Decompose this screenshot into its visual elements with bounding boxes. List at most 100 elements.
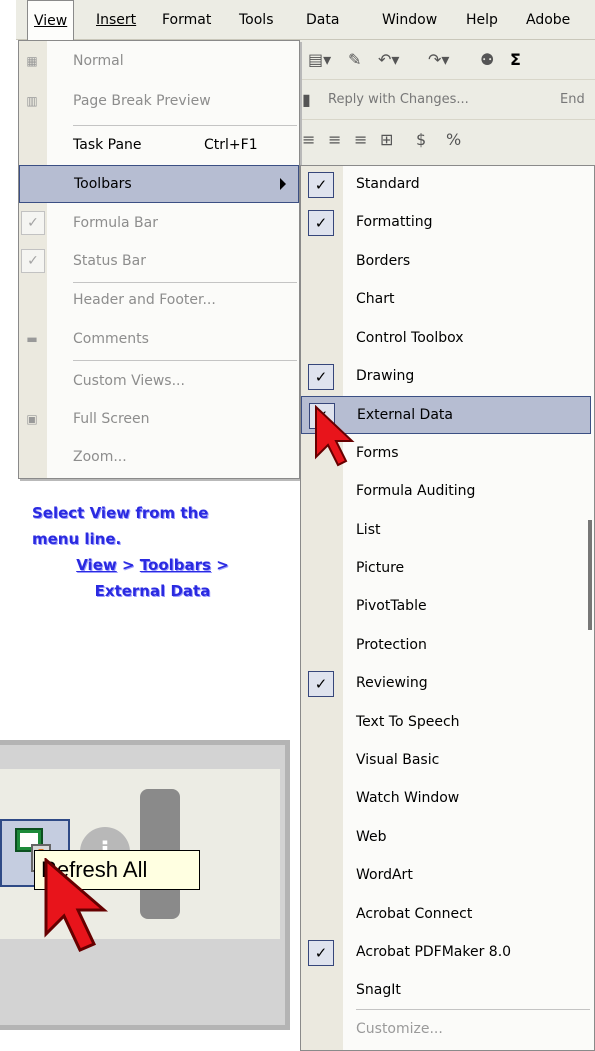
format-painter-icon[interactable]: ✎ (348, 50, 361, 69)
toolbar-item-formatting[interactable]: ✓ Formatting (301, 204, 591, 242)
toolbar-item-label: Text To Speech (356, 713, 460, 730)
reviewing-toolbar: ▮ Reply with Changes... End (300, 80, 595, 120)
toolbar-item-label: Drawing (356, 368, 415, 384)
toolbar-item-drawing[interactable]: ✓ Drawing (301, 358, 591, 396)
view-full-screen[interactable]: ▣ Full Screen (19, 401, 299, 439)
menu-tools[interactable]: Tools (239, 0, 274, 40)
toolbar-item-label: Standard (356, 176, 420, 192)
task-pane-shortcut: Ctrl+F1 (204, 137, 258, 153)
toolbars-submenu: ✓ Standard ✓ Formatting Borders Chart Control … (300, 165, 595, 1051)
reply-icon: ▮ (302, 90, 311, 109)
menu-adobe[interactable]: Adobe (526, 0, 570, 40)
view-header-footer[interactable]: Header and Footer... (19, 282, 299, 320)
toolbar-item-label: Acrobat Connect (356, 905, 473, 922)
align-center-icon[interactable]: ≡ (328, 130, 341, 149)
redo-icon[interactable]: ↷▾ (428, 50, 449, 69)
toolbar-item-label: SnagIt (356, 982, 401, 999)
merge-center-icon[interactable]: ⊞ (380, 130, 393, 149)
view-custom-views[interactable]: Custom Views... (19, 363, 299, 401)
toolbar-item-label: Formula Auditing (356, 483, 476, 500)
toolbar-item-list[interactable]: List (301, 512, 591, 550)
toolbar-item-label: WordArt (356, 867, 413, 884)
toolbar-item-standard[interactable]: ✓ Standard (301, 166, 591, 204)
view-toolbars[interactable]: Toolbars (19, 165, 299, 203)
view-header-footer-label: Header and Footer... (73, 292, 216, 308)
menu-bar: View Insert Format Tools Data Window Hel… (16, 0, 595, 40)
view-menu: ▦ Normal ▥ Page Break Preview Task Pane … (18, 40, 300, 479)
toolbar-item-reviewing[interactable]: ✓ Reviewing (301, 665, 591, 703)
toolbar-item-label: Forms (356, 444, 399, 461)
view-comments[interactable]: ▬ Comments (19, 321, 299, 359)
checkmark-icon: ✓ (308, 210, 334, 237)
view-normal[interactable]: ▦ Normal (19, 43, 299, 81)
toolbar-item-snagit[interactable]: SnagIt (301, 972, 591, 1010)
view-page-break-label: Page Break Preview (73, 93, 211, 109)
checkmark-icon: ✓ (308, 940, 334, 966)
toolbar-item-control-toolbox[interactable]: Control Toolbox (301, 320, 591, 358)
toolbar-item-pivottable[interactable]: PivotTable (301, 588, 591, 626)
toolbar-item-label: Chart (356, 291, 395, 308)
instruction-line-4: External Data (94, 582, 211, 600)
menu-view[interactable]: View (27, 0, 75, 40)
view-page-break-preview[interactable]: ▥ Page Break Preview (19, 83, 299, 121)
research-icon[interactable]: ⚉ (480, 50, 494, 69)
toolbar-item-label: List (356, 521, 381, 538)
checkmark-icon: ✓ (21, 249, 45, 273)
toolbar-customize[interactable]: Customize... (301, 1011, 591, 1049)
paste-icon[interactable]: ▤▾ (308, 50, 331, 69)
align-right-icon[interactable]: ≡ (354, 130, 367, 149)
arrow-cursor-icon (315, 405, 355, 467)
view-status-bar-label: Status Bar (73, 253, 147, 269)
view-task-pane[interactable]: Task Pane Ctrl+F1 (19, 127, 299, 165)
align-left-icon[interactable]: ≡ (302, 130, 315, 149)
toolbar-item-wordart[interactable]: WordArt (301, 857, 591, 895)
instruction-view: View (76, 556, 117, 574)
reply-with-changes-button[interactable]: Reply with Changes... (328, 92, 469, 107)
comments-icon: ▬ (26, 332, 38, 346)
checkmark-icon: ✓ (308, 172, 334, 198)
checkmark-icon: ✓ (308, 671, 334, 698)
toolbar-item-borders[interactable]: Borders (301, 243, 591, 281)
toolbar-item-protection[interactable]: Protection (301, 627, 591, 665)
toolbar-item-label: Acrobat PDFMaker 8.0 (356, 944, 512, 960)
autosum-icon[interactable]: Σ (510, 50, 521, 69)
view-full-screen-label: Full Screen (73, 411, 150, 427)
view-formula-bar[interactable]: ✓ Formula Bar (19, 205, 299, 243)
end-review-button[interactable]: End (560, 92, 585, 107)
view-zoom[interactable]: Zoom... (19, 439, 299, 477)
view-status-bar[interactable]: ✓ Status Bar (19, 243, 299, 281)
formatting-toolbar: ≡ ≡ ≡ ⊞ $ % (300, 120, 595, 160)
menu-data[interactable]: Data (306, 0, 339, 40)
view-comments-label: Comments (73, 331, 149, 347)
toolbar-item-label: Borders (356, 252, 411, 269)
toolbar-item-label: PivotTable (356, 598, 427, 615)
menu-format[interactable]: Format (162, 0, 211, 40)
toolbar-item-web[interactable]: Web (301, 819, 591, 857)
toolbar-item-visual-basic[interactable]: Visual Basic (301, 742, 591, 780)
menu-help[interactable]: Help (466, 0, 498, 40)
menu-separator (73, 125, 297, 126)
instruction-separator: > (121, 556, 135, 574)
undo-icon[interactable]: ↶▾ (378, 50, 399, 69)
menu-insert[interactable]: Insert (96, 0, 136, 40)
toolbar-item-picture[interactable]: Picture (301, 550, 591, 588)
toolbar-item-text-to-speech[interactable]: Text To Speech (301, 704, 591, 742)
instruction-path: View > Toolbars > (10, 552, 295, 578)
instruction-separator: > (216, 556, 229, 574)
customize-label: Customize... (356, 1021, 443, 1037)
page-break-icon: ▥ (26, 94, 38, 108)
view-zoom-label: Zoom... (73, 449, 127, 465)
toolbar-item-chart[interactable]: Chart (301, 281, 591, 319)
toolbar-item-formula-auditing[interactable]: Formula Auditing (301, 473, 591, 511)
menu-separator (356, 1009, 590, 1010)
toolbar-item-acrobat-connect[interactable]: Acrobat Connect (301, 896, 591, 934)
scrollbar[interactable] (588, 520, 592, 630)
view-toolbars-label: Toolbars (74, 176, 132, 192)
toolbar-item-watch-window[interactable]: Watch Window (301, 780, 591, 818)
toolbar-item-label: Formatting (356, 214, 433, 231)
currency-icon[interactable]: $ (416, 130, 426, 149)
normal-view-icon: ▦ (26, 54, 38, 68)
percent-icon[interactable]: % (446, 130, 461, 149)
menu-window[interactable]: Window (382, 0, 437, 40)
toolbar-item-acrobat-pdfmaker-8-0[interactable]: ✓ Acrobat PDFMaker 8.0 (301, 934, 591, 972)
